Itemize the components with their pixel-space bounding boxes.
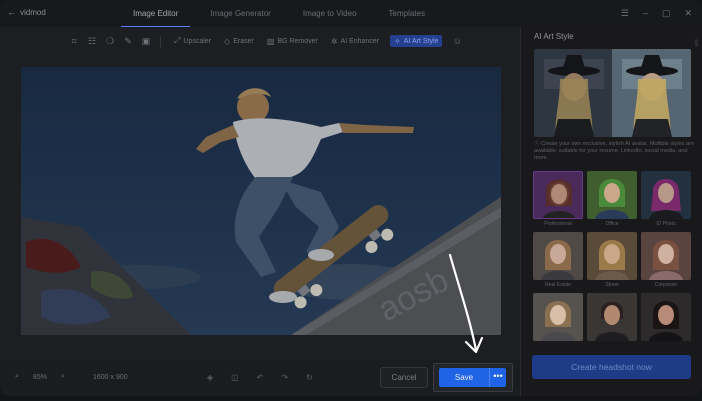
upscale-icon: ⤢ (174, 36, 181, 45)
adjust-icon[interactable]: ☷ (86, 35, 98, 47)
history-controls: ◈ ◫ ↶ ↷ ↻ (207, 373, 313, 382)
style-thumb (587, 293, 637, 341)
ai-enhancer-label: AI Enhancer (340, 37, 380, 45)
ai-art-style-tool[interactable]: ✧ AI Art Style (390, 35, 443, 47)
style-card-7[interactable] (533, 293, 583, 350)
ai-enhancer-tool[interactable]: ✲ AI Enhancer (329, 35, 381, 47)
style-thumb (587, 171, 637, 219)
toolbar-divider (160, 36, 161, 48)
redo-icon[interactable]: ↷ (281, 373, 288, 382)
annotation-arrow (448, 253, 484, 354)
panel-scrollbar[interactable] (695, 39, 698, 47)
zoom-out-icon[interactable]: ⌕ (15, 373, 19, 381)
style-thumb (641, 232, 691, 280)
upscaler-tool[interactable]: ⤢ Upscaler (172, 35, 213, 47)
style-grid: Professional Office ID Photo Real Estate (533, 171, 693, 350)
create-headshot-button[interactable]: Create headshot now (532, 355, 691, 379)
tab-image-generator[interactable]: Image Generator (198, 0, 282, 27)
style-card-9[interactable] (641, 293, 691, 350)
style-thumb (533, 232, 583, 280)
preview-illustration (534, 49, 691, 137)
zoom-in-icon[interactable]: ⌕ (61, 373, 65, 381)
crop-icon[interactable]: ⌗ (68, 35, 80, 47)
layers-icon[interactable]: ◈ (207, 373, 213, 382)
editor-toolbar: ⌗ ☷ ❍ ✎ ▣ ⤢ Upscaler ◇ Eraser ▨ BG Remov… (0, 27, 520, 55)
undo-icon[interactable]: ↶ (257, 373, 264, 382)
panel-title: AI Art Style (534, 32, 574, 41)
app-name: vidmod (20, 7, 46, 17)
style-thumb (641, 293, 691, 341)
description-text: Create your own exclusive, stylish AI av… (534, 141, 694, 161)
text-icon[interactable]: ▣ (140, 35, 152, 47)
ai-tools: ⤢ Upscaler ◇ Eraser ▨ BG Remover ✲ AI En… (172, 35, 463, 47)
image-dimensions: 1600 x 900 (93, 374, 128, 381)
upscaler-label: Upscaler (183, 37, 212, 45)
style-thumb (641, 171, 691, 219)
close-icon[interactable]: ✕ (684, 8, 692, 19)
eraser-tool[interactable]: ◇ Eraser (222, 35, 256, 47)
style-card-real-estate[interactable]: Real Estate (533, 232, 583, 289)
bg-remover-label: BG Remover (277, 37, 318, 45)
sparkle-icon: ✲ (330, 36, 338, 46)
eraser-icon: ◇ (224, 36, 231, 46)
style-label: Street (605, 282, 619, 288)
zoom-controls: ⌕ 85% ⌕ (15, 373, 65, 381)
draw-icon[interactable]: ✎ (122, 35, 134, 47)
back-button[interactable]: ← vidmod (7, 7, 46, 17)
window-controls: ☰ – ▢ ✕ (621, 8, 692, 19)
cancel-button[interactable]: Cancel (380, 367, 428, 388)
style-label (533, 343, 583, 350)
filter-icon[interactable]: ❍ (104, 35, 116, 47)
tab-image-to-video[interactable]: Image to Video (291, 0, 369, 27)
style-preview-image (534, 49, 691, 137)
style-label: ID Photo (656, 221, 676, 227)
back-arrow-icon: ← (7, 7, 16, 17)
style-card-street[interactable]: Street (587, 232, 637, 289)
save-button[interactable]: Save (439, 368, 489, 387)
title-bar: ← vidmod Image Editor Image Generator Im… (0, 0, 702, 27)
style-label (587, 343, 637, 350)
style-thumb (533, 293, 583, 341)
art-style-panel: AI Art Style ⓘ Create your own exclusive… (520, 27, 702, 396)
style-label: Real Estate (545, 282, 571, 288)
ai-art-style-label: AI Art Style (403, 37, 439, 45)
style-thumb (587, 232, 637, 280)
main-tabs: Image Editor Image Generator Image to Vi… (121, 0, 445, 27)
basic-tools: ⌗ ☷ ❍ ✎ ▣ (68, 35, 152, 47)
save-options-button[interactable]: ••• (489, 368, 506, 387)
panel-description: ⓘ Create your own exclusive, stylish AI … (534, 141, 694, 162)
style-label: Professional (544, 221, 572, 227)
minimize-icon[interactable]: – (643, 8, 648, 19)
bg-remover-tool[interactable]: ▨ BG Remover (265, 35, 320, 47)
info-icon: ⓘ (534, 141, 542, 147)
style-card-professional[interactable]: Professional (533, 171, 583, 228)
style-card-corporate[interactable]: Corporate (641, 232, 691, 289)
compare-icon[interactable]: ◫ (231, 373, 239, 382)
menu-icon[interactable]: ☰ (621, 8, 629, 19)
app-window: ← vidmod Image Editor Image Generator Im… (0, 0, 702, 396)
reset-icon[interactable]: ↻ (306, 373, 313, 382)
style-label (641, 343, 691, 350)
bg-remove-icon: ▨ (266, 36, 275, 46)
style-label: Office (605, 221, 619, 227)
maximize-icon[interactable]: ▢ (662, 8, 671, 19)
tab-image-editor[interactable]: Image Editor (121, 0, 191, 27)
tab-templates[interactable]: Templates (377, 0, 437, 27)
eraser-label: Eraser (233, 37, 254, 45)
style-label: Corporate (654, 282, 678, 288)
style-thumb (533, 171, 583, 219)
zoom-level: 85% (32, 373, 47, 381)
skateboarder-photo[interactable]: aosb (21, 67, 501, 335)
more-tools-icon[interactable]: ☺ (451, 35, 463, 47)
style-card-8[interactable] (587, 293, 637, 350)
art-style-icon: ✧ (394, 36, 401, 46)
photo-illustration: aosb (21, 67, 501, 335)
editor-canvas: aosb (0, 55, 520, 360)
style-card-id-photo[interactable]: ID Photo (641, 171, 691, 228)
style-card-office[interactable]: Office (587, 171, 637, 228)
